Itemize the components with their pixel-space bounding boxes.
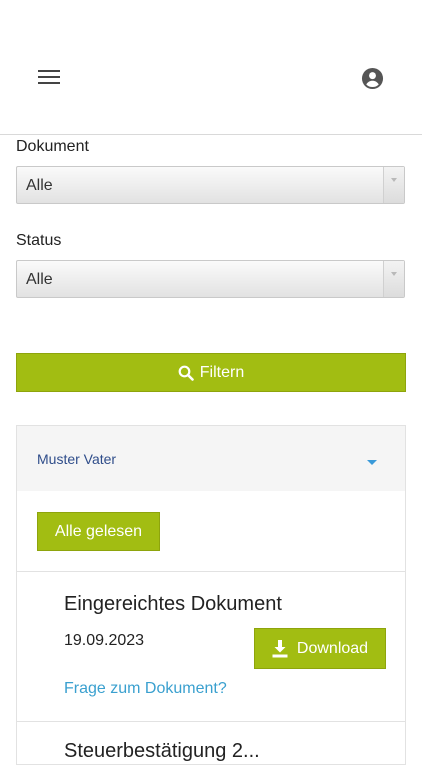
document-filter-select[interactable]: Alle bbox=[16, 166, 405, 204]
filter-button-label: Filtern bbox=[199, 363, 245, 381]
download-icon bbox=[272, 639, 288, 657]
document-question-link[interactable]: Frage zum Dokument? bbox=[64, 680, 227, 698]
divider bbox=[17, 721, 405, 722]
chevron-down-icon bbox=[383, 261, 404, 297]
document-date: 19.09.2023 bbox=[64, 632, 145, 649]
status-filter-select[interactable]: Alle bbox=[16, 260, 405, 298]
status-filter-value: Alle bbox=[26, 271, 53, 288]
download-button[interactable]: Download bbox=[254, 628, 386, 669]
document-filter-label: Dokument bbox=[16, 138, 89, 155]
user-circle-icon[interactable] bbox=[361, 67, 384, 90]
mark-all-read-button[interactable]: Alle gelesen bbox=[37, 512, 160, 551]
hamburger-menu-icon[interactable] bbox=[38, 70, 60, 88]
document-filter-value: Alle bbox=[26, 177, 53, 194]
divider bbox=[17, 571, 405, 572]
mark-all-read-label: Alle gelesen bbox=[54, 522, 143, 540]
caret-down-icon bbox=[367, 460, 377, 465]
download-button-label: Download bbox=[296, 639, 369, 657]
document-group-header[interactable]: Muster Vater bbox=[17, 426, 405, 491]
filter-button[interactable]: Filtern bbox=[16, 353, 406, 392]
app-header bbox=[0, 0, 422, 135]
chevron-down-icon bbox=[383, 167, 404, 203]
status-filter-label: Status bbox=[16, 232, 62, 249]
document-title: Eingereichtes Dokument bbox=[64, 593, 282, 615]
search-icon bbox=[178, 365, 194, 381]
group-name: Muster Vater bbox=[37, 451, 117, 467]
document-title: Steuerbestätigung 2... bbox=[64, 740, 260, 762]
document-group-card: Muster Vater Alle gelesen Eingereichtes … bbox=[16, 425, 406, 765]
